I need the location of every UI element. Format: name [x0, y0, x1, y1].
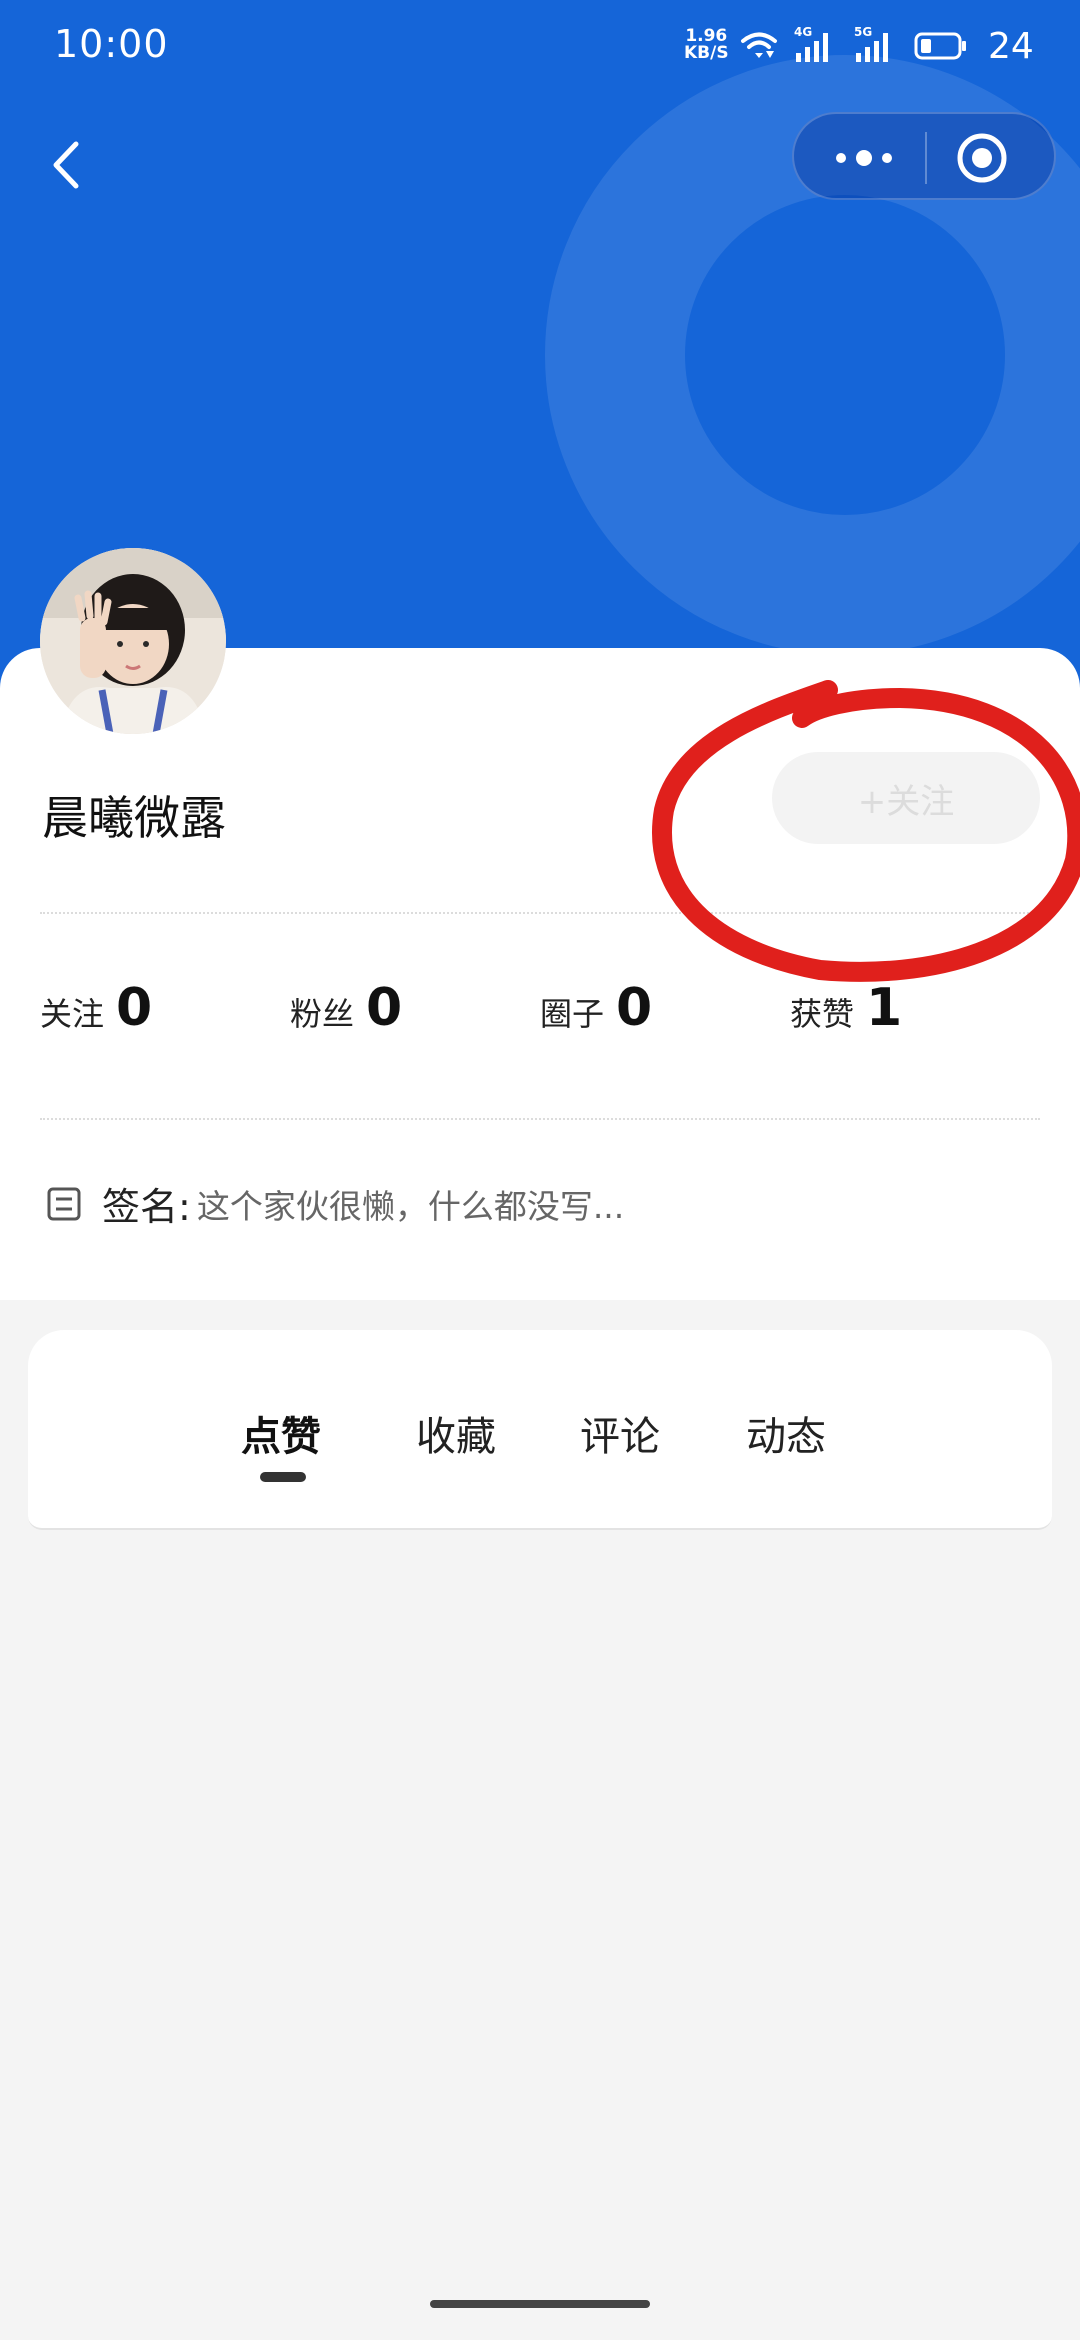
close-miniprogram-button[interactable] [954, 130, 1010, 186]
tab-content-area [0, 1558, 1080, 2340]
back-button[interactable] [36, 130, 96, 200]
stat-value: 0 [366, 978, 403, 1038]
signal-sim1-icon: 4G [794, 25, 838, 63]
divider [40, 912, 1040, 914]
tab-favorites[interactable]: 收藏 [416, 1404, 496, 1462]
active-tab-indicator [260, 1472, 306, 1482]
network-speed: 1.96 KB/S [684, 28, 729, 62]
miniprogram-capsule [792, 112, 1056, 200]
network-speed-unit: KB/S [684, 43, 729, 63]
battery-icon [914, 32, 966, 60]
capsule-divider [925, 132, 927, 184]
avatar[interactable] [40, 548, 226, 734]
more-button[interactable] [824, 138, 904, 178]
status-icons: 4G 5G 24 [740, 24, 1034, 68]
signal-sim2-icon: 5G [854, 25, 898, 63]
stat-value: 0 [116, 978, 153, 1038]
tab-comments[interactable]: 评论 [580, 1404, 660, 1462]
target-circle-icon [957, 133, 1007, 183]
stat-likes-received[interactable]: 获赞 1 [790, 978, 902, 1038]
stat-label: 获赞 [790, 995, 855, 1033]
nickname: 晨曦微露 [42, 791, 226, 845]
avatar-photo [40, 548, 226, 734]
home-indicator[interactable] [430, 2300, 650, 2308]
stat-label: 圈子 [540, 995, 605, 1033]
profile-card: 晨曦微露 +关注 关注 0 粉丝 0 圈子 0 获赞 1 签名: 这个家伙很懒，… [0, 648, 1080, 1300]
stat-value: 0 [616, 978, 653, 1038]
stat-following[interactable]: 关注 0 [40, 978, 152, 1038]
divider [40, 1118, 1040, 1120]
stat-value: 1 [866, 978, 903, 1038]
status-bar: 10:00 1.96 KB/S 4G 5G 24 [0, 0, 1080, 92]
battery-level: 24 [988, 25, 1034, 67]
signature-label: 签名: [102, 1185, 191, 1229]
follow-button[interactable]: +关注 [772, 752, 1040, 844]
status-time: 10:00 [54, 22, 169, 66]
stat-label: 粉丝 [290, 995, 355, 1033]
wifi-icon [741, 32, 777, 58]
tab-likes[interactable]: 点赞 [241, 1404, 321, 1462]
signature-text: 这个家伙很懒，什么都没写... [196, 1186, 625, 1226]
more-dots-icon [836, 150, 892, 166]
note-icon [47, 1187, 81, 1220]
stats-row: 关注 0 粉丝 0 圈子 0 获赞 1 [40, 978, 1050, 1048]
stat-label: 关注 [40, 995, 105, 1033]
content-tabs: 点赞 收藏 评论 动态 [28, 1330, 1052, 1530]
signature-row: 签名: 这个家伙很懒，什么都没写... [46, 1176, 624, 1231]
stat-followers[interactable]: 粉丝 0 [290, 978, 402, 1038]
tab-activity[interactable]: 动态 [746, 1404, 826, 1462]
stat-circles[interactable]: 圈子 0 [540, 978, 652, 1038]
chevron-left-icon [53, 141, 79, 189]
